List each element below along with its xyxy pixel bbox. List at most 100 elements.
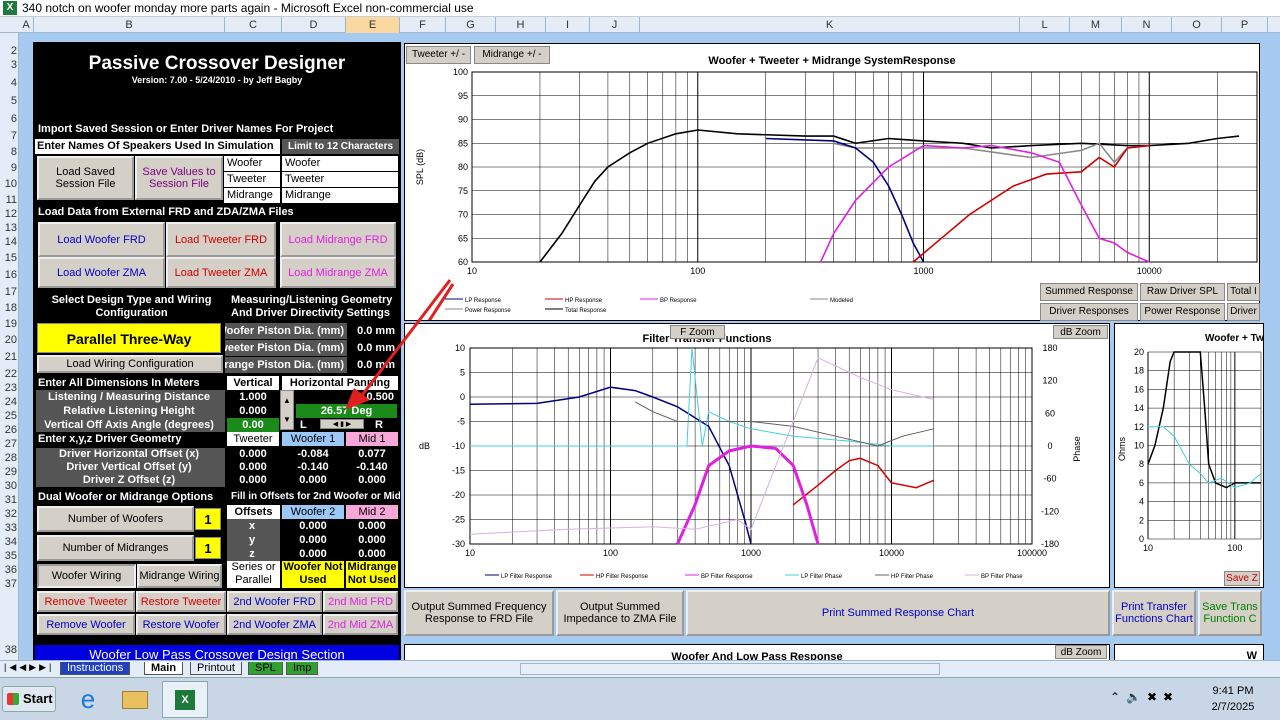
tab-summed-response[interactable]: Summed Response: [1040, 283, 1138, 301]
excel-task-icon[interactable]: X: [162, 681, 208, 718]
piston-dia-value[interactable]: 0.0 mm: [348, 357, 398, 373]
row-header[interactable]: 27: [0, 438, 19, 450]
driver-name-input[interactable]: Midrange: [282, 188, 398, 203]
xyz-value[interactable]: -0.084: [282, 448, 344, 461]
sheet-tab[interactable]: Printout: [190, 662, 242, 675]
sheet-tab[interactable]: Main: [144, 662, 184, 675]
row-header[interactable]: 13: [0, 222, 19, 234]
column-header[interactable]: M: [1070, 17, 1122, 33]
piston-dia-value[interactable]: 0.0 mm: [348, 323, 398, 339]
row-header[interactable]: 23: [0, 382, 19, 394]
offset-value[interactable]: 0.000: [346, 547, 398, 561]
xyz-value[interactable]: 0.000: [282, 474, 344, 487]
column-header[interactable]: J: [590, 17, 640, 33]
column-header[interactable]: C: [225, 17, 282, 33]
xyz-value[interactable]: -0.140: [282, 461, 344, 474]
save-z-button[interactable]: Save Z t: [1224, 571, 1260, 586]
mid2-frd-button[interactable]: 2nd Mid FRD: [323, 591, 398, 612]
start-button[interactable]: Start: [2, 686, 56, 712]
row-header[interactable]: 26: [0, 424, 19, 436]
column-header[interactable]: D: [282, 17, 346, 33]
row-header[interactable]: 11: [0, 194, 19, 206]
pan-scrollbar[interactable]: ◀ ▮ ▶: [320, 419, 364, 429]
row-header[interactable]: 38: [0, 644, 19, 656]
xyz-value[interactable]: 0.077: [346, 448, 398, 461]
output-zma-button[interactable]: Output Summed Impedance to ZMA File: [556, 590, 684, 636]
restore-woofer-button[interactable]: Restore Woofer: [136, 614, 226, 635]
offset-value[interactable]: 0.000: [282, 547, 344, 561]
row-header[interactable]: 2: [0, 45, 19, 57]
dim-value[interactable]: 0.000: [227, 404, 279, 418]
xyz-value[interactable]: 0.000: [227, 461, 279, 474]
dim-value[interactable]: 1.000: [227, 390, 279, 404]
woofer-not-used[interactable]: Woofer Not Used: [282, 561, 344, 588]
xyz-value[interactable]: 0.000: [227, 474, 279, 487]
folder-icon[interactable]: [116, 683, 154, 716]
tab-driver-responses[interactable]: Driver Responses: [1040, 303, 1138, 321]
row-header[interactable]: 4: [0, 77, 19, 89]
piston-dia-value[interactable]: 0.0 mm: [348, 340, 398, 356]
print-transfer-button[interactable]: Print Transfer Functions Chart: [1112, 590, 1196, 636]
tab-scroll-arrows[interactable]: |◀◀▶▶|: [4, 662, 56, 674]
column-header[interactable]: F: [400, 17, 446, 33]
h-distance-value[interactable]: 0.500: [296, 390, 397, 404]
tray-icons[interactable]: ⌃🔈✖✖: [1110, 690, 1190, 708]
offset-value[interactable]: 0.000: [346, 519, 398, 533]
row-header[interactable]: 33: [0, 522, 19, 534]
column-header[interactable]: N: [1122, 17, 1172, 33]
sheet-tab[interactable]: Imp: [286, 662, 319, 675]
driver-name-input[interactable]: Woofer: [282, 156, 398, 171]
row-header[interactable]: 22: [0, 368, 19, 380]
db-zoom-button[interactable]: dB Zoom: [1053, 325, 1108, 339]
mid2-zma-button[interactable]: 2nd Mid ZMA: [323, 614, 398, 635]
column-header[interactable]: G: [446, 17, 496, 33]
row-header[interactable]: 31: [0, 494, 19, 506]
woofer-wiring-tab[interactable]: Woofer Wiring: [37, 564, 136, 588]
row-header[interactable]: 15: [0, 252, 19, 264]
dim-value[interactable]: 0.00: [227, 418, 279, 432]
row-header[interactable]: 10: [0, 178, 19, 190]
remove-woofer-button[interactable]: Remove Woofer: [37, 614, 135, 635]
offset-value[interactable]: 0.000: [346, 533, 398, 547]
row-header[interactable]: 19: [0, 318, 19, 330]
num-woofers-input[interactable]: 1: [195, 508, 221, 530]
tab-power-response[interactable]: Power Response: [1140, 303, 1225, 321]
column-header[interactable]: B: [34, 17, 225, 33]
design-type-select[interactable]: Parallel Three-Way: [37, 323, 221, 353]
row-header[interactable]: 32: [0, 508, 19, 520]
f-zoom-button[interactable]: F Zoom: [670, 325, 725, 339]
row-header[interactable]: 7: [0, 130, 19, 142]
row-header[interactable]: 30: [0, 480, 19, 492]
save-transfer-button[interactable]: Save Trans Function C: [1198, 590, 1262, 636]
row-header[interactable]: 20: [0, 334, 19, 346]
horizontal-scrollbar[interactable]: [520, 663, 940, 675]
column-header[interactable]: I: [546, 17, 590, 33]
row-header[interactable]: 8: [0, 146, 19, 158]
column-header[interactable]: H: [496, 17, 546, 33]
row-header[interactable]: 18: [0, 302, 19, 314]
tweeter-polarity-button[interactable]: Tweeter +/ -: [406, 46, 471, 64]
column-header[interactable]: E: [346, 17, 400, 33]
woofer2-frd-button[interactable]: 2nd Woofer FRD: [227, 591, 322, 612]
column-header[interactable]: K: [640, 17, 1020, 33]
row-header[interactable]: 12: [0, 208, 19, 220]
woofer2-zma-button[interactable]: 2nd Woofer ZMA: [227, 614, 322, 635]
mid-not-used[interactable]: Midrange Not Used: [346, 561, 398, 588]
tab-driver[interactable]: Driver: [1227, 303, 1260, 321]
restore-tweeter-button[interactable]: Restore Tweeter: [136, 591, 226, 612]
ie-icon[interactable]: e: [70, 683, 106, 716]
mid-wiring-tab[interactable]: Midrange Wiring: [137, 564, 222, 588]
load-mid-frd-button[interactable]: Load Midrange FRD: [280, 222, 396, 257]
row-header[interactable]: 34: [0, 536, 19, 548]
row-header[interactable]: 37: [0, 578, 19, 590]
remove-tweeter-button[interactable]: Remove Tweeter: [37, 591, 135, 612]
row-header[interactable]: 9: [0, 162, 19, 174]
row-header[interactable]: 36: [0, 564, 19, 576]
print-summed-button[interactable]: Print Summed Response Chart: [686, 590, 1110, 636]
tab-total[interactable]: Total I: [1227, 283, 1260, 301]
load-mid-zma-button[interactable]: Load Midrange ZMA: [280, 257, 396, 288]
load-wiring-button[interactable]: Load Wiring Configuration: [37, 355, 223, 373]
row-header[interactable]: 28: [0, 452, 19, 464]
row-header[interactable]: 24: [0, 396, 19, 408]
mid-polarity-button[interactable]: Midrange +/ -: [474, 46, 550, 64]
